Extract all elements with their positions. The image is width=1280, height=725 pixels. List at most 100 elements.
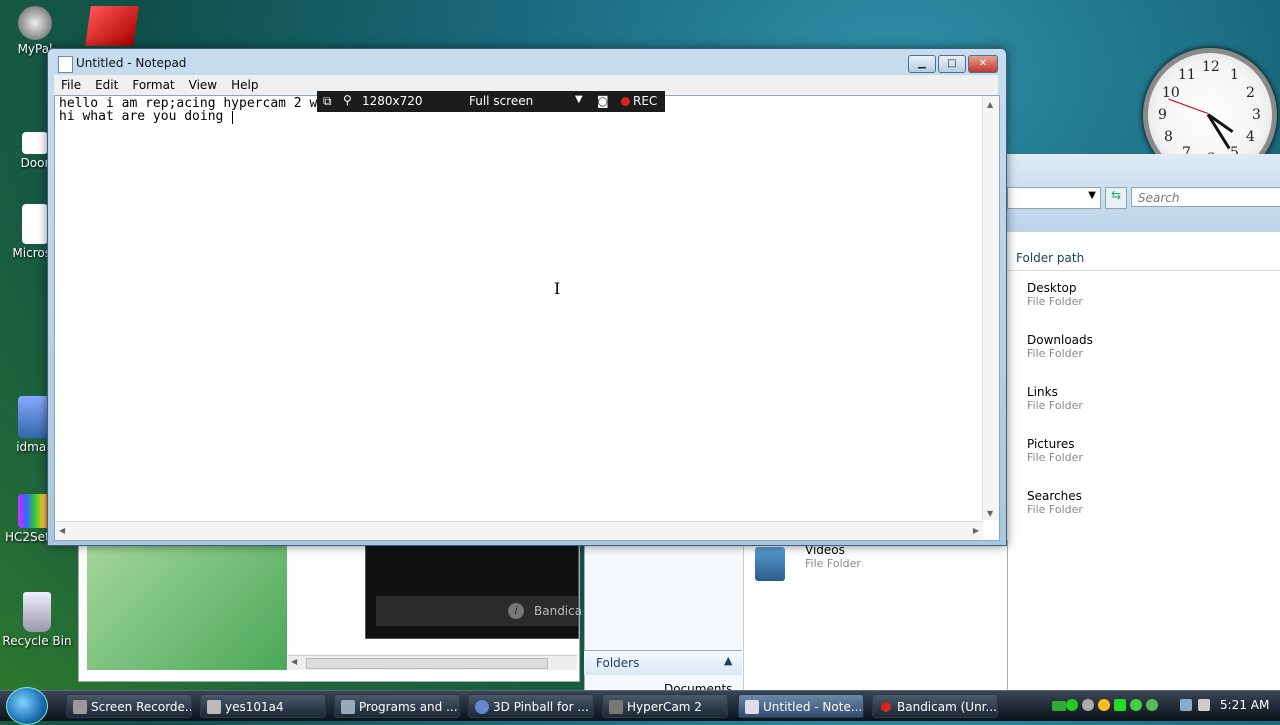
text-cursor-icon: I <box>554 279 561 298</box>
chevron-down-icon[interactable]: ▼ <box>575 94 583 105</box>
taskbar-label: Screen Recorde... <box>91 700 192 714</box>
bandicam-info-bar: i Bandica <box>376 596 582 626</box>
chevron-down-icon[interactable]: ▼ <box>987 509 993 518</box>
search-input[interactable]: Search <box>1131 187 1280 207</box>
clock-number: 9 <box>1158 107 1167 123</box>
raccoon-icon <box>18 6 52 40</box>
resolution-label: 1280x720 <box>362 94 423 108</box>
taskbar-label: Untitled - Note... <box>763 700 863 714</box>
folder-type: File Folder <box>1027 295 1083 308</box>
list-item[interactable]: Videos File Folder <box>805 543 861 570</box>
chevron-up-icon[interactable]: ▲ <box>724 654 732 667</box>
taskbar-label: HyperCam 2 <box>627 700 702 714</box>
taskbar-item-bandicam[interactable]: Bandicam (Unr... <box>872 694 998 718</box>
tray-icon[interactable] <box>1052 701 1066 711</box>
recycle-bin-icon <box>23 592 51 632</box>
app-icon <box>609 700 623 714</box>
clock-number: 1 <box>1230 67 1239 83</box>
record-dot-icon <box>621 97 630 106</box>
menu-format[interactable]: Format <box>125 75 181 95</box>
tray-icon[interactable] <box>1114 699 1126 711</box>
menu-file[interactable]: File <box>54 75 88 95</box>
folders-toggle[interactable]: Folders ▲ <box>584 650 742 675</box>
folder-type: File Folder <box>1027 503 1083 516</box>
menu-help[interactable]: Help <box>224 75 265 95</box>
bandicam-preview: i Bandica <box>365 545 582 639</box>
taskbar-item-programs[interactable]: Programs and ... <box>334 694 460 718</box>
chevron-left-icon[interactable]: ◀ <box>59 526 65 535</box>
scroll-thumb[interactable] <box>306 658 548 669</box>
desktop-icon-recycle-bin[interactable]: Recycle Bin <box>2 592 72 648</box>
folder-name: Downloads <box>1027 333 1093 347</box>
taskbar-label: Bandicam (Unr... <box>897 700 997 714</box>
clock-time[interactable]: 5:21 AM <box>1220 698 1269 712</box>
minute-hand <box>1206 113 1231 150</box>
taskbar-item-pinball[interactable]: 3D Pinball for ... <box>468 694 594 718</box>
column-header-label: Folder path <box>1016 251 1085 265</box>
start-button[interactable] <box>6 687 48 725</box>
list-item[interactable]: Pictures File Folder <box>1027 437 1083 464</box>
close-button[interactable]: ✕ <box>968 55 998 73</box>
camera-icon[interactable]: ◙ <box>597 94 609 108</box>
column-header[interactable]: Folder path <box>1007 246 1280 271</box>
app-icon <box>73 700 87 714</box>
bandicam-label: Bandica <box>534 604 583 618</box>
red-box-icon[interactable] <box>85 6 139 46</box>
folders-label: Folders <box>596 656 640 670</box>
tray-icon[interactable] <box>1098 699 1110 711</box>
list-item[interactable]: Downloads File Folder <box>1027 333 1093 360</box>
list-item[interactable]: Searches File Folder <box>1027 489 1083 516</box>
text-line-2: hi what are you doing <box>59 109 224 124</box>
chevron-left-icon[interactable]: ◀ <box>291 657 297 666</box>
notepad-window[interactable]: Untitled - Notepad ▁ □ ✕ File Edit Format V… <box>47 48 1007 546</box>
chevron-down-icon[interactable]: ▼ <box>1088 190 1096 201</box>
folder-type: File Folder <box>1027 451 1083 464</box>
refresh-icon[interactable]: ⇆ <box>1105 187 1127 209</box>
maximize-button[interactable]: □ <box>938 55 966 73</box>
list-item[interactable]: Desktop File Folder <box>1027 281 1083 308</box>
taskbar-item-screen-recorder[interactable]: Screen Recorde... <box>66 694 192 718</box>
documents-item[interactable]: Documents <box>594 678 742 690</box>
taskbar-item-notepad[interactable]: Untitled - Note... <box>738 694 864 718</box>
taskbar-item-hypercam[interactable]: HyperCam 2 <box>602 694 728 718</box>
window-mode-icon[interactable]: ⧉ <box>323 94 332 109</box>
list-item[interactable]: Links File Folder <box>1027 385 1083 412</box>
shortcut-icon <box>22 132 48 154</box>
videos-folder-icon <box>755 547 785 581</box>
tray-icon[interactable] <box>1146 699 1158 711</box>
explorer-window[interactable]: ▼ ⇆ Search Folder path Desktop File Fold… <box>1006 154 1280 694</box>
text-editor[interactable]: hello i am rep;acing hypercam 2 w hi wha… <box>54 95 1000 541</box>
info-icon: i <box>508 603 524 619</box>
chevron-up-icon[interactable]: ▲ <box>987 100 993 109</box>
text-caret <box>232 111 233 124</box>
clock-number: 3 <box>1252 107 1261 123</box>
menu-edit[interactable]: Edit <box>88 75 125 95</box>
tray-icon[interactable] <box>1082 699 1094 711</box>
address-bar[interactable]: ▼ <box>1007 187 1101 209</box>
search-icon[interactable]: ⚲ <box>343 93 352 107</box>
volume-icon[interactable] <box>1198 699 1210 711</box>
rec-button[interactable]: REC <box>633 94 657 108</box>
minimize-button[interactable]: ▁ <box>908 55 936 73</box>
folder-name: Pictures <box>1027 437 1075 451</box>
second-hand <box>1168 98 1209 114</box>
folder-type: File Folder <box>1027 347 1083 360</box>
folder-name: Desktop <box>1027 281 1077 295</box>
horizontal-scrollbar[interactable]: ◀ ▶ <box>55 521 983 540</box>
network-icon[interactable] <box>1180 699 1192 711</box>
bandicam-toolbar[interactable]: ⧉ ⚲ 1280x720 Full screen ▼ ◙ REC <box>317 91 665 112</box>
document-icon <box>22 204 48 244</box>
taskbar-label: yes101a4 <box>225 700 284 714</box>
taskbar-item-yes101a4[interactable]: yes101a4 <box>200 694 326 718</box>
documents-label: Documents <box>664 682 733 690</box>
app-icon <box>341 700 355 714</box>
folder-type: File Folder <box>1027 399 1083 412</box>
menu-view[interactable]: View <box>182 75 224 95</box>
folder-name: Searches <box>1027 489 1082 503</box>
tray-icon[interactable] <box>1130 699 1142 711</box>
vertical-scrollbar[interactable]: ▲ ▼ <box>982 96 999 520</box>
chevron-right-icon[interactable]: ▶ <box>973 526 979 535</box>
tray-icon[interactable] <box>1066 699 1078 711</box>
mode-select[interactable]: Full screen <box>469 94 533 108</box>
horizontal-scrollbar[interactable]: ◀ <box>288 655 577 670</box>
